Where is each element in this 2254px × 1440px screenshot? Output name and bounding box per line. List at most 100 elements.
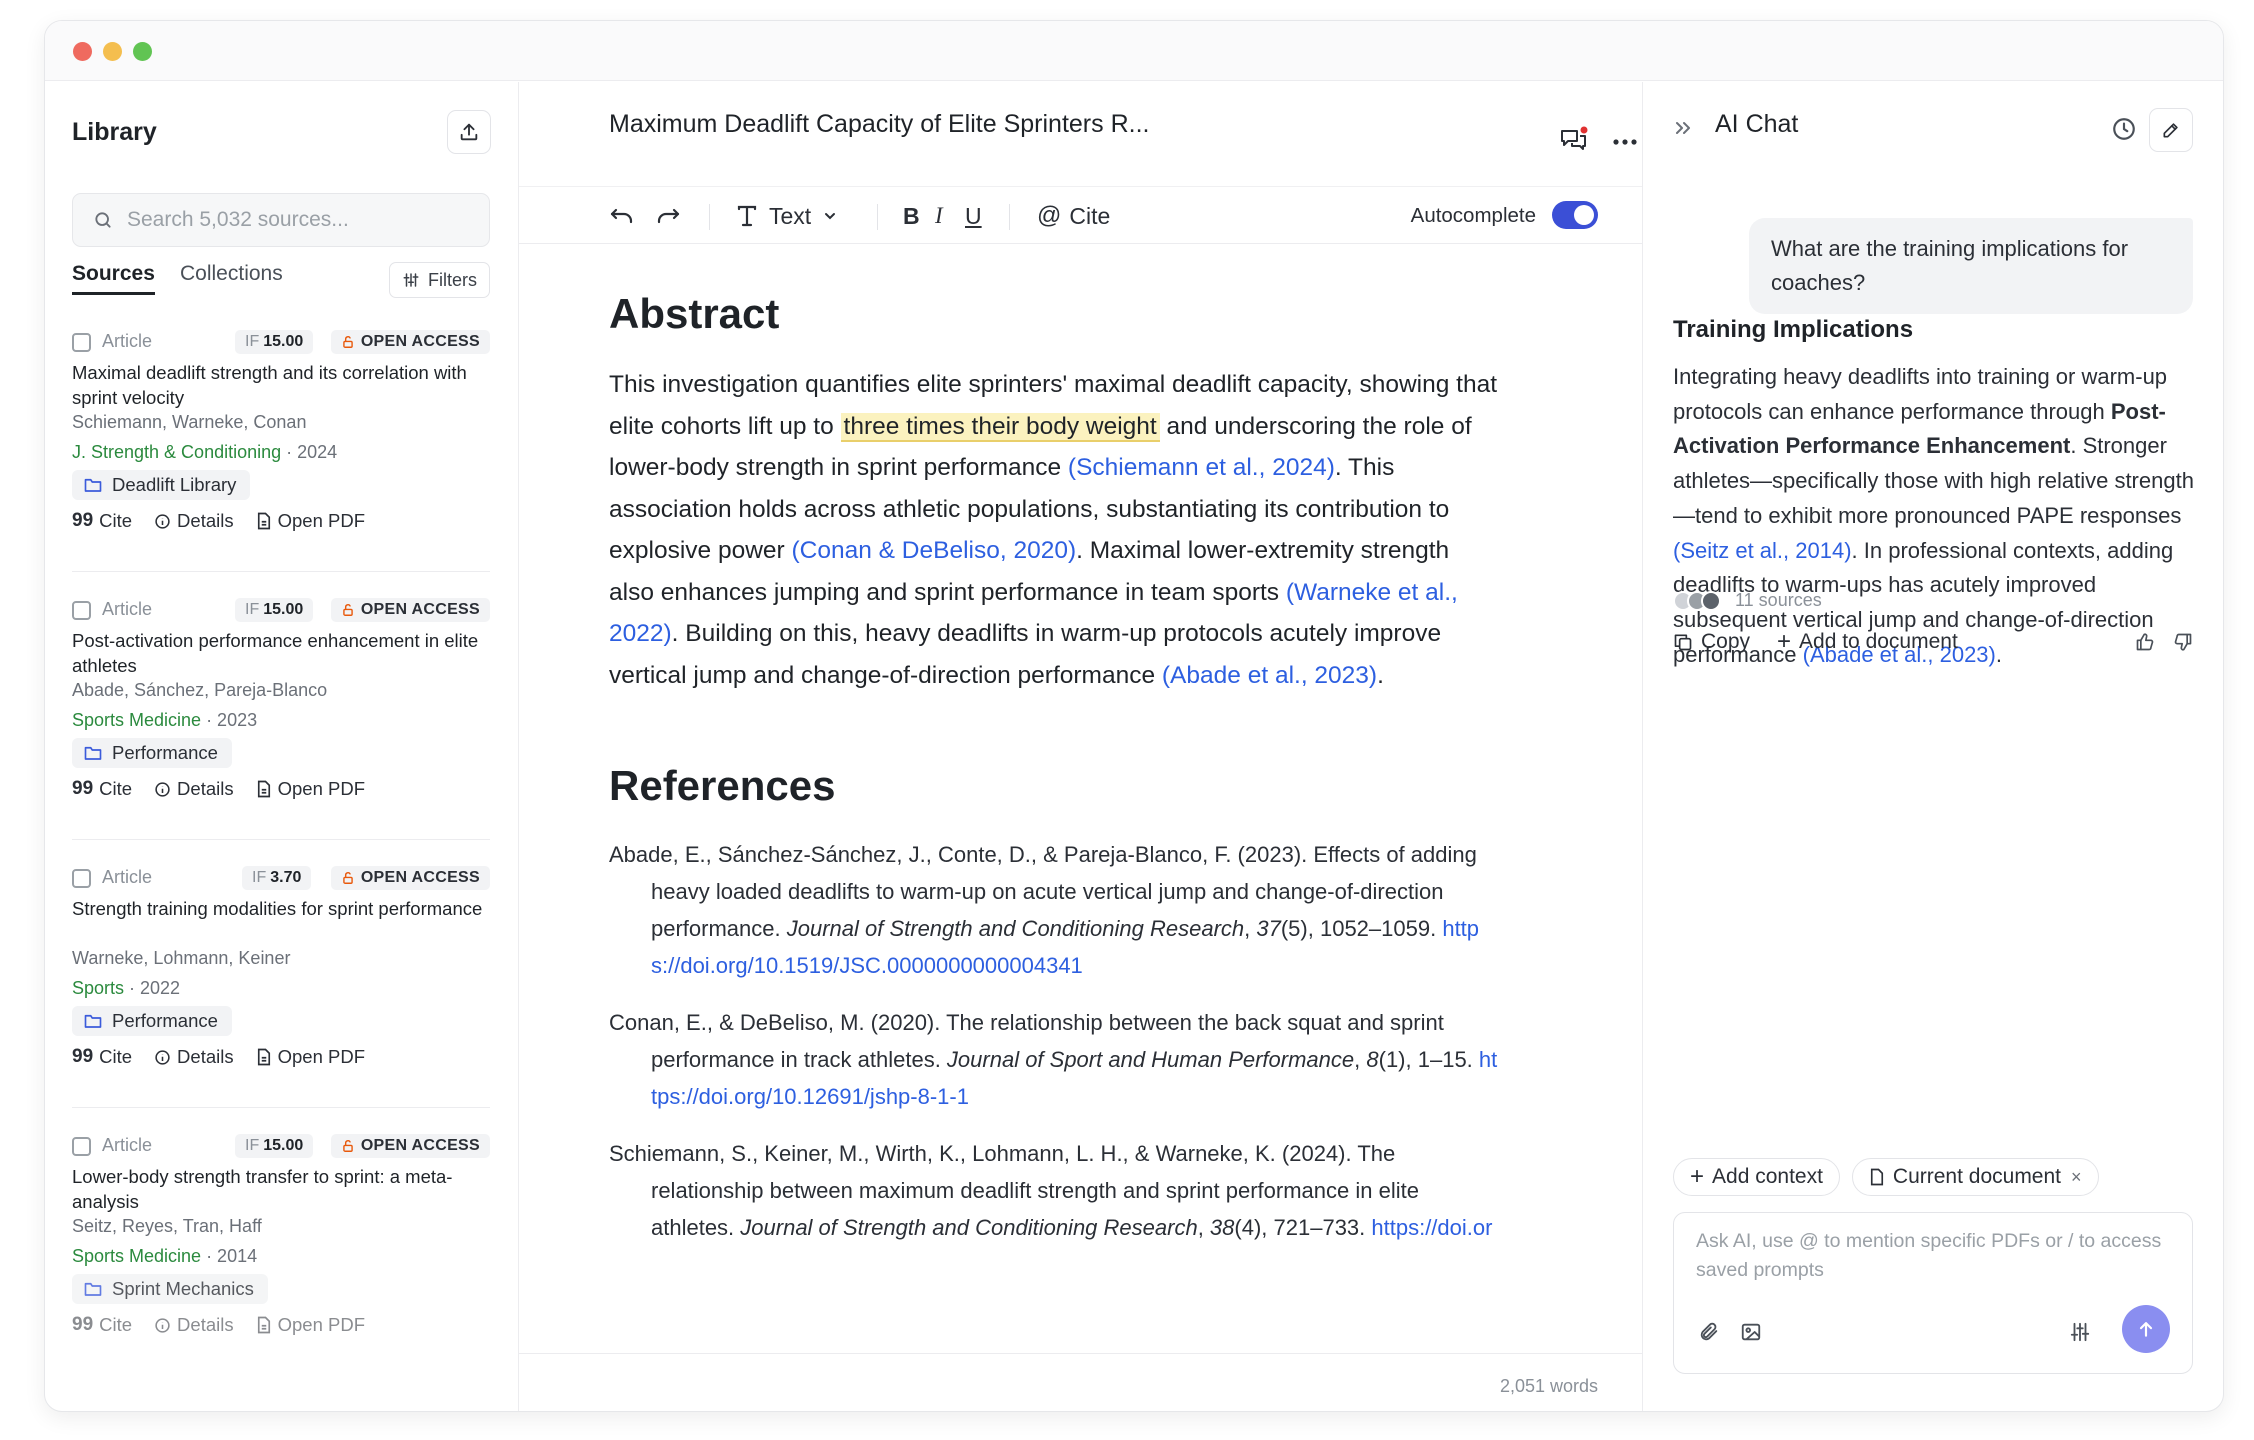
- thumbs-up-button[interactable]: [2135, 624, 2155, 660]
- source-folder-chip[interactable]: Performance: [72, 738, 232, 768]
- upload-button[interactable]: [447, 110, 491, 154]
- citation-link[interactable]: (Seitz et al., 2014): [1673, 538, 1852, 563]
- filters-label: Filters: [428, 269, 477, 290]
- info-icon: [155, 513, 170, 529]
- source-card[interactable]: Article IF 15.00 OPEN ACCESS Maximal dead…: [72, 304, 490, 572]
- quote-icon: 99: [72, 778, 94, 799]
- underline-button[interactable]: U: [965, 187, 982, 245]
- document-icon: [1870, 1168, 1883, 1186]
- open-access-badge: OPEN ACCESS: [330, 598, 490, 622]
- sources-indicator[interactable]: 11 sources: [1673, 590, 1822, 611]
- source-folder-chip[interactable]: Performance: [72, 1006, 232, 1036]
- comments-button[interactable]: [1559, 126, 1589, 156]
- source-card[interactable]: Article IF 15.00 OPEN ACCESS Lower-body s…: [72, 1108, 490, 1376]
- source-checkbox[interactable]: [72, 869, 91, 888]
- image-button[interactable]: [1740, 1321, 1762, 1343]
- details-button[interactable]: Details: [154, 778, 234, 800]
- new-chat-button[interactable]: [2149, 108, 2193, 152]
- word-count: 2,051 words: [1499, 1376, 1598, 1396]
- details-button[interactable]: Details: [154, 1046, 234, 1068]
- remove-context-icon[interactable]: ×: [2071, 1167, 2082, 1188]
- source-checkbox[interactable]: [72, 1137, 91, 1156]
- document-editor[interactable]: Abstract This investigation quantifies e…: [609, 244, 1499, 1246]
- text-style-dropdown[interactable]: Text: [737, 187, 837, 245]
- current-document-chip[interactable]: Current document ×: [1851, 1158, 2099, 1196]
- source-authors: Abade, Sánchez, Pareja-Blanco: [72, 680, 328, 700]
- cite-toolbar-button[interactable]: @ Cite: [1037, 187, 1110, 245]
- highlighted-phrase[interactable]: three times their body weight: [840, 412, 1160, 442]
- document-panel: Maximum Deadlift Capacity of Elite Sprin…: [519, 82, 1643, 1411]
- chat-input[interactable]: Ask AI, use @ to mention specific PDFs o…: [1673, 1212, 2193, 1374]
- source-journal: Sports · 2022: [72, 978, 181, 998]
- info-icon: [155, 781, 170, 797]
- source-card[interactable]: Article IF 15.00 OPEN ACCESS Post-activat…: [72, 572, 490, 840]
- plus-icon: +: [1777, 628, 1792, 655]
- reference-entry: Schiemann, S., Keiner, M., Wirth, K., Lo…: [609, 1135, 1499, 1246]
- tab-collections[interactable]: Collections: [180, 262, 283, 286]
- impact-factor-badge: IF 15.00: [235, 598, 314, 622]
- citation-link[interactable]: (Schiemann et al., 2024): [1068, 454, 1335, 481]
- answer-heading: Training Implications: [1673, 316, 1914, 343]
- cite-button[interactable]: 99 Cite: [72, 1314, 132, 1336]
- copy-button[interactable]: Copy: [1673, 624, 1750, 660]
- thumbs-up-icon: [2136, 633, 2154, 651]
- minimize-window-button[interactable]: [103, 42, 122, 61]
- source-card[interactable]: Article IF 3.70 OPEN ACCESS Strength trai…: [72, 840, 490, 1108]
- source-checkbox[interactable]: [72, 601, 91, 620]
- library-search-input[interactable]: Search 5,032 sources...: [72, 193, 490, 247]
- details-button[interactable]: Details: [154, 510, 234, 532]
- citation-link[interactable]: (Abade et al., 2023): [1162, 662, 1377, 689]
- cite-button[interactable]: 99 Cite: [72, 510, 132, 532]
- redo-icon: [657, 208, 680, 224]
- tab-sources[interactable]: Sources: [72, 262, 155, 295]
- title-bar: [45, 21, 2223, 81]
- add-to-document-button[interactable]: + Add to document: [1777, 624, 1958, 660]
- open-pdf-button[interactable]: Open PDF: [256, 1314, 365, 1336]
- document-title[interactable]: Maximum Deadlift Capacity of Elite Sprin…: [609, 110, 1149, 139]
- open-pdf-button[interactable]: Open PDF: [256, 778, 365, 800]
- source-title[interactable]: Lower-body strength transfer to sprint: …: [72, 1164, 484, 1214]
- open-pdf-button[interactable]: Open PDF: [256, 510, 365, 532]
- source-checkbox[interactable]: [72, 333, 91, 352]
- add-context-button[interactable]: + Add context: [1673, 1158, 1840, 1196]
- send-button[interactable]: [2122, 1305, 2170, 1353]
- comments-icon: [1561, 126, 1588, 150]
- upload-icon: [460, 123, 478, 141]
- source-folder-chip[interactable]: Sprint Mechanics: [72, 1274, 268, 1304]
- document-footer: 2,051 words: [519, 1353, 1642, 1411]
- impact-factor-badge: IF 15.00: [235, 330, 314, 354]
- italic-button[interactable]: I: [935, 187, 943, 245]
- abstract-paragraph[interactable]: This investigation quantifies elite spri…: [609, 364, 1499, 696]
- ai-chat-panel: AI Chat What are the training implicatio…: [1643, 82, 2223, 1411]
- maximize-window-button[interactable]: [133, 42, 152, 61]
- cite-button[interactable]: 99 Cite: [72, 1046, 132, 1068]
- source-title[interactable]: Post-activation performance enhancement …: [72, 628, 484, 678]
- reference-entry: Abade, E., Sánchez-Sánchez, J., Conte, D…: [609, 842, 1480, 978]
- source-title[interactable]: Strength training modalities for sprint …: [72, 896, 484, 921]
- prompt-settings-button[interactable]: [2068, 1321, 2092, 1343]
- redo-button[interactable]: [655, 187, 681, 245]
- filters-button[interactable]: Filters: [389, 262, 490, 298]
- source-title[interactable]: Maximal deadlift strength and its correl…: [72, 360, 484, 410]
- details-button[interactable]: Details: [154, 1314, 234, 1336]
- attach-button[interactable]: [1698, 1321, 1720, 1343]
- sliders-icon: [403, 273, 419, 287]
- autocomplete-toggle[interactable]: [1552, 201, 1598, 229]
- source-folder-chip[interactable]: Deadlift Library: [72, 470, 251, 500]
- source-authors: Seitz, Reyes, Tran, Haff: [72, 1216, 262, 1236]
- history-button[interactable]: [2111, 116, 2137, 142]
- citation-link[interactable]: (Conan & DeBeliso, 2020): [791, 537, 1076, 564]
- undo-button[interactable]: [609, 187, 635, 245]
- more-options-button[interactable]: [1613, 138, 1637, 146]
- thumbs-down-button[interactable]: [2173, 624, 2193, 660]
- collapse-panel-button[interactable]: [1673, 118, 1693, 138]
- open-access-badge: OPEN ACCESS: [330, 330, 490, 354]
- library-title: Library: [72, 118, 157, 146]
- bold-button[interactable]: B: [903, 187, 920, 245]
- close-window-button[interactable]: [73, 42, 92, 61]
- reference-entry: Conan, E., & DeBeliso, M. (2020). The re…: [609, 1010, 1498, 1109]
- open-pdf-button[interactable]: Open PDF: [256, 1046, 365, 1068]
- search-icon: [95, 212, 111, 228]
- cite-button[interactable]: 99 Cite: [72, 778, 132, 800]
- folder-icon: [84, 478, 102, 492]
